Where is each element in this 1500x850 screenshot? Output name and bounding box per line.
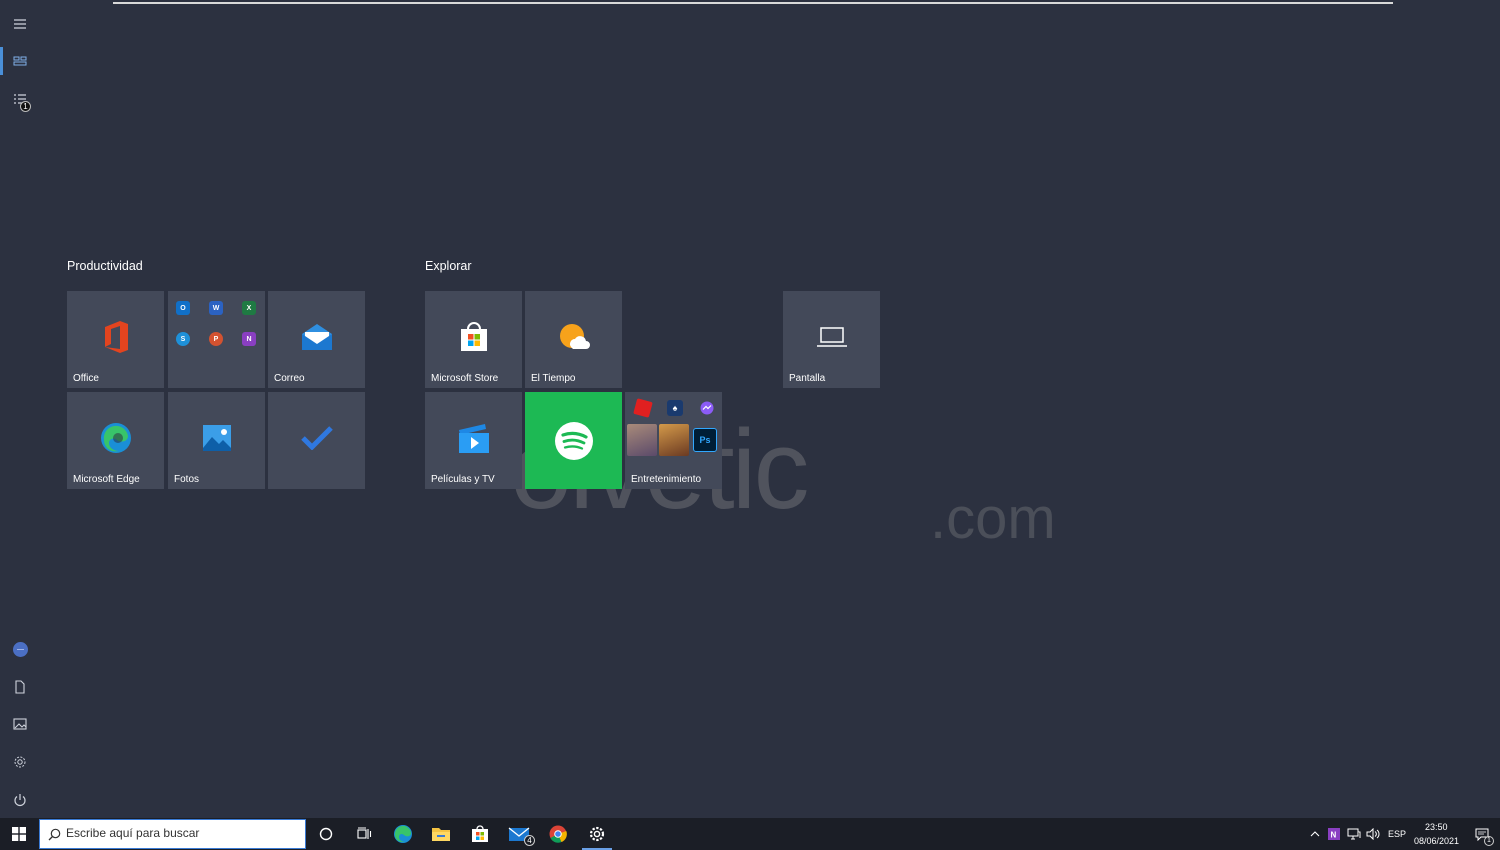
checkmark-icon [300,425,333,450]
taskbar: 4 N ESP 23:50 08/06/2021 1 [0,818,1500,850]
chevron-up-icon [1310,831,1320,837]
tile-label: El Tiempo [531,373,576,384]
start-button[interactable] [0,818,38,850]
settings-button[interactable] [0,744,40,780]
windows-icon [12,827,26,841]
office-icon [104,320,128,353]
tile-spotify[interactable] [525,392,622,489]
tray-onenote[interactable]: N [1323,818,1345,850]
documents-button[interactable] [0,669,40,705]
taskbar-file-explorer[interactable] [422,818,460,850]
input-language[interactable]: ESP [1388,829,1406,839]
onenote-icon: N [1328,828,1340,840]
skype-icon: S [176,332,190,346]
tile-pantalla[interactable]: Pantalla [783,291,880,388]
group-title-explorar[interactable]: Explorar [425,259,472,273]
tile-label: Entretenimiento [631,474,702,485]
tile-office[interactable]: Office [67,291,164,388]
search-input[interactable] [66,826,301,840]
weather-icon [559,323,590,349]
edge-icon [394,825,412,843]
taskbar-mail[interactable]: 4 [500,818,538,850]
action-center-button[interactable]: 1 [1468,818,1496,850]
cortana-icon [319,827,333,841]
group-title-productividad[interactable]: Productividad [67,259,143,273]
messenger-icon [699,400,715,416]
tiles-icon [13,56,27,66]
taskbar-settings[interactable] [578,818,616,850]
network-icon [1347,828,1361,840]
tile-microsoft-edge[interactable]: Microsoft Edge [67,392,164,489]
clock-time[interactable]: 23:50 [1425,822,1448,832]
onenote-icon: N [242,332,256,346]
game-thumbnail-2 [659,424,689,456]
laptop-icon [816,326,847,347]
tile-entretenimiento-folder[interactable]: ♠ Ps Entretenimiento [625,392,722,489]
tile-fotos[interactable]: Fotos [168,392,265,489]
pinned-tiles-button[interactable] [0,43,40,79]
search-icon [48,828,61,841]
explorer-icon [432,828,450,841]
pictures-icon [13,718,27,730]
cortana-button[interactable] [307,818,345,850]
document-icon [15,680,25,694]
game-thumbnail-1 [627,424,657,456]
user-account-button[interactable] [0,631,40,667]
expand-menu-button[interactable] [0,6,40,42]
powerpoint-icon: P [209,332,223,346]
svg-text:N: N [1331,831,1337,840]
tile-peliculas-y-tv[interactable]: Películas y TV [425,392,522,489]
photoshop-icon: Ps [693,428,717,452]
taskbar-edge[interactable] [384,818,422,850]
notification-badge: 1 [20,101,31,112]
tile-office-apps-folder[interactable]: O W X S P N [168,291,265,388]
spotify-icon [554,421,593,460]
hamburger-icon [14,19,26,29]
top-divider [113,2,1393,4]
store-icon [460,321,487,351]
edge-icon [100,422,131,453]
roblox-icon [633,398,653,418]
volume-icon [1366,828,1380,840]
solitaire-icon: ♠ [667,400,683,416]
tile-todo[interactable] [268,392,365,489]
tray-volume[interactable] [1362,818,1384,850]
tile-label: Fotos [174,474,200,485]
outlook-icon: O [176,301,190,315]
tile-label: Películas y TV [431,474,495,485]
start-left-rail: 1 [0,0,40,818]
gear-icon [14,756,26,768]
excel-icon: X [242,301,256,315]
task-view-button[interactable] [345,818,383,850]
tile-el-tiempo[interactable]: El Tiempo [525,291,622,388]
clock-date[interactable]: 08/06/2021 [1414,836,1459,846]
tile-correo[interactable]: Correo [268,291,365,388]
taskbar-search-box[interactable] [39,819,306,849]
power-icon [14,794,26,807]
pictures-button[interactable] [0,706,40,742]
word-icon: W [209,301,223,315]
power-button[interactable] [0,782,40,818]
task-view-icon [356,827,371,839]
mail-icon [301,323,332,350]
taskbar-store[interactable] [461,818,499,850]
taskbar-chrome[interactable] [539,818,577,850]
settings-icon [589,826,605,842]
store-icon [472,825,488,842]
tile-label: Correo [274,373,305,384]
tile-label: Pantalla [789,373,826,384]
photos-icon [202,424,231,451]
all-apps-button[interactable]: 1 [0,82,40,118]
tile-microsoft-store[interactable]: Microsoft Store [425,291,522,388]
mail-badge: 4 [524,835,535,846]
movies-icon [458,423,489,453]
tile-label: Microsoft Store [431,373,499,384]
avatar [12,641,28,657]
watermark-suffix: .com [930,486,1056,551]
tile-label: Microsoft Edge [73,474,140,485]
tile-label: Office [73,373,99,384]
chrome-icon [549,825,567,843]
notification-count: 1 [1484,836,1494,846]
